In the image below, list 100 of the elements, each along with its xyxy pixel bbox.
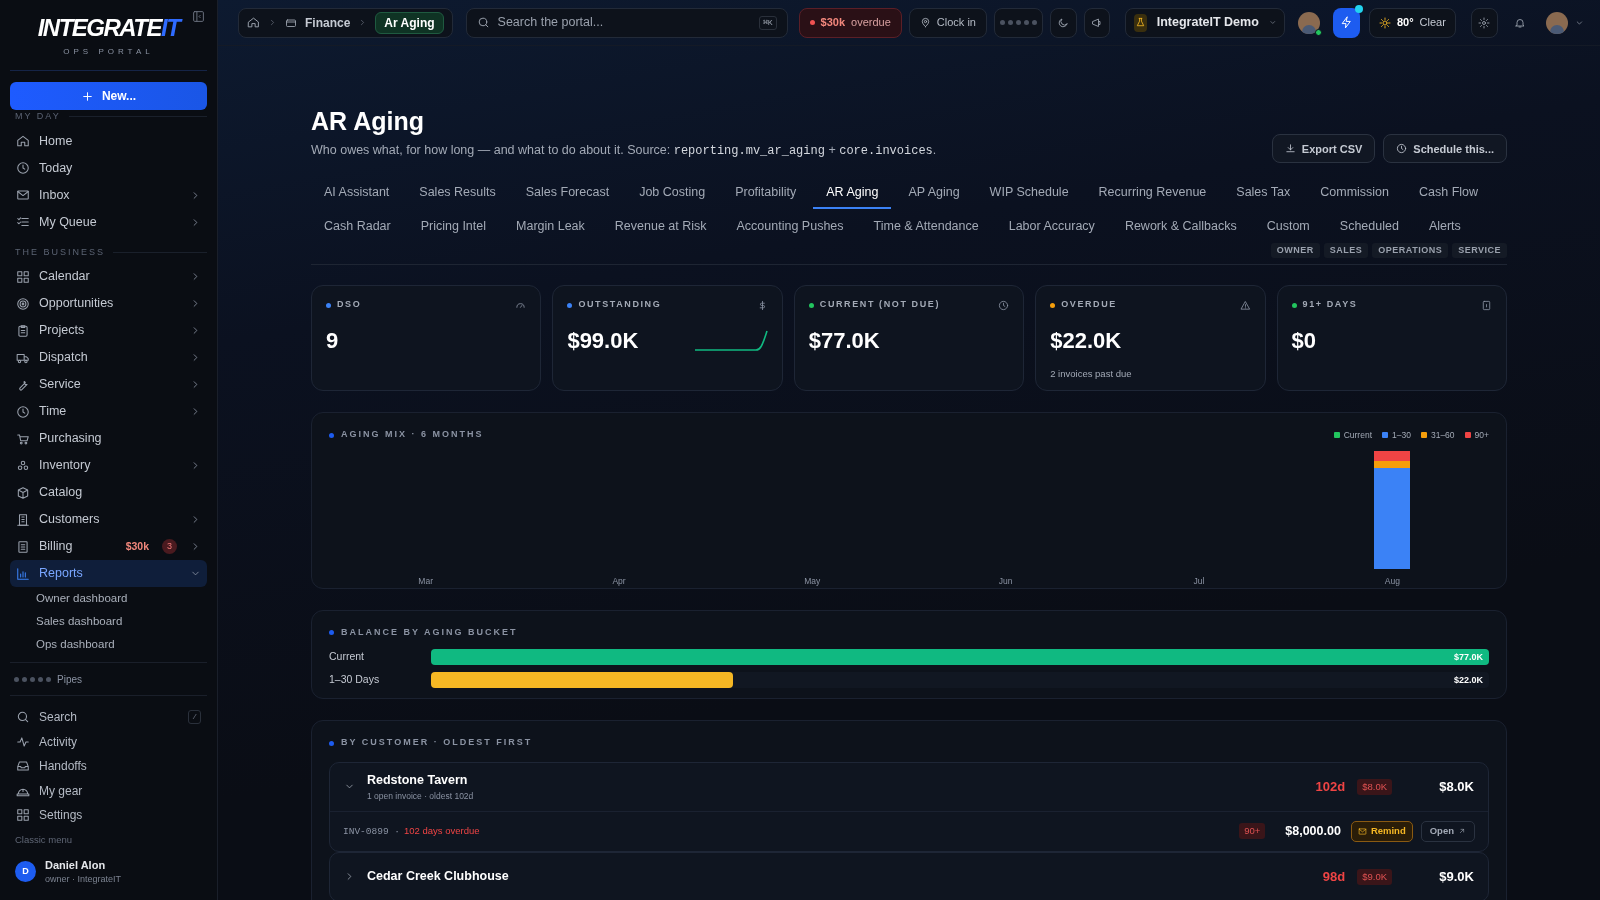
month-label: Aug — [1384, 575, 1400, 588]
submenu-item[interactable]: Owner dashboard — [10, 587, 207, 610]
tab[interactable]: AR Aging — [813, 177, 892, 210]
chart-title: AGING MIX · 6 MONTHS — [341, 428, 484, 442]
sidebar-item[interactable]: Billing $30k 3 — [10, 533, 207, 560]
chevron-right-icon — [268, 18, 277, 27]
sidebar-item[interactable]: Home — [10, 127, 207, 155]
kpi-label: CURRENT (NOT DUE) — [819, 298, 941, 312]
tab[interactable]: Margin Leak — [503, 211, 598, 244]
section-title: BALANCE BY AGING BUCKET — [341, 625, 518, 639]
inbox-tray-icon — [16, 759, 30, 774]
breadcrumb-link[interactable]: Finance — [305, 13, 351, 32]
tab[interactable]: Profitability — [722, 177, 810, 210]
submenu-item[interactable]: Sales dashboard — [10, 610, 207, 633]
tab[interactable]: Pricing Intel — [407, 211, 499, 244]
sidebar-item[interactable]: Catalog — [10, 479, 207, 506]
sidebar-item[interactable]: My gear — [10, 778, 207, 803]
sidebar-item[interactable]: Handoffs — [10, 754, 207, 779]
sidebar-item[interactable]: Settings — [10, 803, 207, 828]
legend-label: 1–30 — [1392, 428, 1411, 442]
clock-icon — [998, 299, 1010, 311]
schedule-button[interactable]: Schedule this... — [1383, 134, 1507, 164]
avatar[interactable] — [1546, 11, 1569, 34]
tab[interactable]: AI Assistant — [311, 177, 403, 210]
lightning-button[interactable] — [1333, 7, 1360, 38]
sidebar-item[interactable]: Time — [10, 398, 207, 425]
gear-icon — [1478, 16, 1491, 29]
avatar[interactable] — [1298, 11, 1321, 34]
moon-button[interactable] — [1049, 7, 1077, 38]
overdue-button[interactable]: $30k overdue — [798, 7, 902, 38]
section-heading: THE BUSINESS — [15, 245, 105, 259]
tab[interactable]: Commission — [1307, 177, 1403, 210]
tab[interactable]: Scheduled — [1326, 211, 1412, 244]
customer-summary: 1 open invoice · oldest 102d — [367, 789, 475, 803]
pipes-label[interactable]: Pipes — [57, 671, 82, 687]
clock-in-button[interactable]: Clock in — [908, 7, 987, 38]
sidebar-item[interactable]: Activity — [10, 729, 207, 754]
megaphone-button[interactable] — [1083, 7, 1111, 38]
sidebar-item[interactable]: Reports — [10, 560, 207, 587]
clock-icon — [1396, 143, 1408, 155]
tab[interactable]: Sales Forecast — [512, 177, 623, 210]
breadcrumb-link[interactable]: Ar Aging — [375, 11, 444, 34]
sidebar-item[interactable]: Search / — [10, 705, 207, 730]
sidebar-item[interactable]: Calendar — [10, 263, 207, 290]
tab[interactable]: Cash Flow — [1406, 177, 1492, 210]
tab[interactable]: Rework & Callbacks — [1111, 211, 1250, 244]
envelope-icon — [1357, 826, 1367, 836]
dots-button[interactable] — [993, 7, 1043, 38]
new-button[interactable]: New... — [10, 82, 207, 110]
role-filter[interactable]: SALES — [1323, 243, 1369, 259]
tab[interactable]: Cash Radar — [311, 211, 404, 244]
role-filter[interactable]: OPERATIONS — [1372, 243, 1449, 259]
amount-badge: $8.0K — [1357, 778, 1392, 795]
tab[interactable]: AP Aging — [895, 177, 973, 210]
cube-icon — [16, 485, 30, 500]
kpi-value: $99.0K — [567, 326, 639, 355]
sidebar-item[interactable]: Inventory — [10, 452, 207, 479]
tab[interactable]: WIP Schedule — [976, 177, 1082, 210]
sidebar-item[interactable]: Service — [10, 371, 207, 398]
submenu-item[interactable]: Ops dashboard — [10, 633, 207, 656]
customer-total: $8.0K — [1438, 778, 1474, 796]
tab[interactable]: Custom — [1253, 211, 1323, 244]
open-button[interactable]: Open — [1420, 820, 1475, 842]
collapse-sidebar-icon[interactable] — [192, 10, 205, 23]
classic-menu-link[interactable]: Classic menu — [10, 832, 207, 847]
search-field[interactable]: Search the portal... ⌘K — [465, 7, 788, 38]
sidebar-item[interactable]: Purchasing — [10, 425, 207, 452]
sidebar-item[interactable]: Projects — [10, 317, 207, 344]
invoice-amount: $8,000.00 — [1285, 822, 1341, 840]
role-filter[interactable]: OWNER — [1270, 243, 1320, 259]
tab[interactable]: Job Costing — [626, 177, 719, 210]
bucket-label: Current — [329, 649, 365, 665]
sidebar-item[interactable]: Inbox — [10, 181, 207, 209]
tab[interactable]: Sales Tax — [1223, 177, 1304, 210]
flask-icon — [1135, 17, 1147, 28]
home-icon[interactable] — [247, 16, 260, 29]
kpi-label: DSO — [337, 298, 363, 312]
settings-button[interactable] — [1470, 7, 1498, 38]
logo-subtitle: OPS PORTAL — [63, 46, 154, 58]
sidebar-item[interactable]: My Queue — [10, 208, 207, 236]
tab[interactable]: Recurring Revenue — [1085, 177, 1220, 210]
tab[interactable]: Sales Results — [406, 177, 509, 210]
tab[interactable]: Revenue at Risk — [601, 211, 720, 244]
sidebar-item[interactable]: Opportunities — [10, 290, 207, 317]
tab[interactable]: Alerts — [1415, 211, 1474, 244]
sidebar-item[interactable]: Customers — [10, 506, 207, 533]
tab[interactable]: Accounting Pushes — [723, 211, 857, 244]
remind-button[interactable]: Remind — [1350, 820, 1413, 842]
envelope-icon — [16, 188, 30, 202]
sun-icon — [1378, 16, 1391, 29]
role-filter[interactable]: SERVICE — [1452, 243, 1507, 259]
sidebar-item[interactable]: Today — [10, 154, 207, 182]
tab[interactable]: Time & Attendance — [860, 211, 992, 244]
org-switcher[interactable]: IntegrateIT Demo — [1125, 7, 1286, 38]
search-input[interactable]: Search the portal... — [497, 13, 751, 32]
sidebar-item[interactable]: Dispatch — [10, 344, 207, 371]
tab[interactable]: Labor Accuracy — [995, 211, 1108, 244]
section-heading: MY DAY — [15, 110, 61, 123]
export-csv-button[interactable]: Export CSV — [1271, 134, 1376, 164]
weather-widget: 80° Clear — [1368, 7, 1456, 38]
